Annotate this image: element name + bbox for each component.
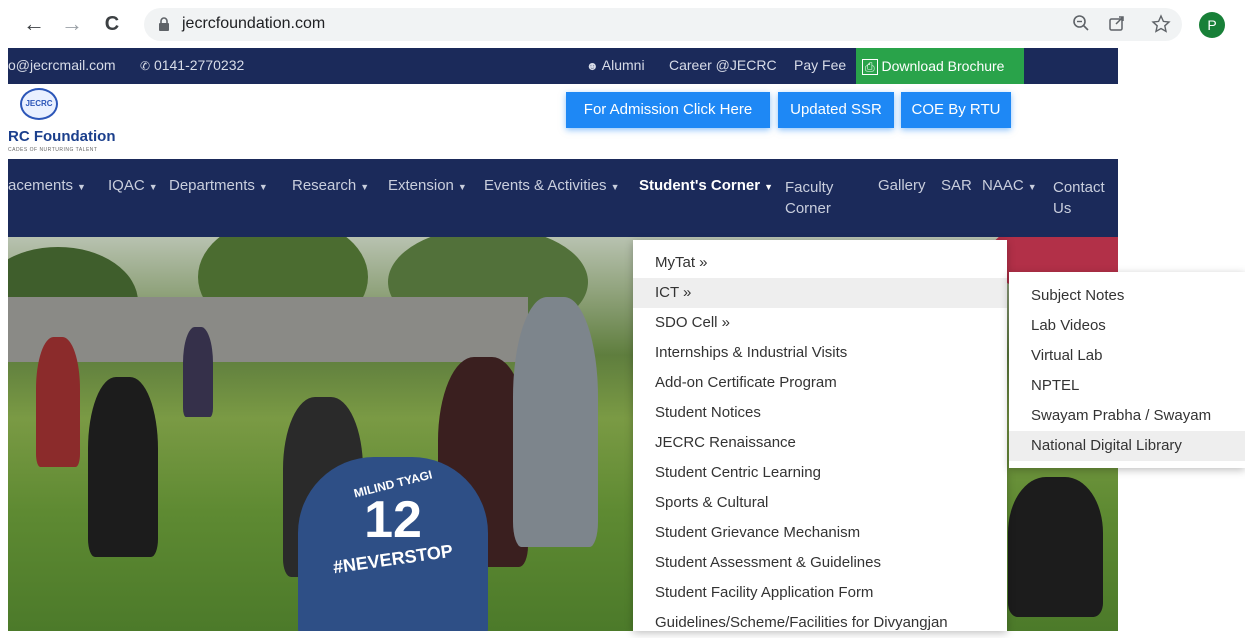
player-figure	[513, 297, 598, 547]
menu-item-facility-application[interactable]: Student Facility Application Form	[633, 578, 1007, 608]
player-jersey: MILIND TYAGI 12 #NEVERSTOP	[298, 457, 488, 631]
main-navigation: acements ▼ IQAC ▼ Departments ▼ Research ▼ E…	[8, 159, 1118, 237]
submenu-item-subject-notes[interactable]: Subject Notes	[1009, 281, 1245, 311]
menu-item-student-notices[interactable]: Student Notices	[633, 398, 1007, 428]
submenu-item-nptel[interactable]: NPTEL	[1009, 371, 1245, 401]
nav-label: acements	[8, 177, 74, 194]
url-text: jecrcfoundation.com	[182, 15, 326, 32]
menu-item-sdo-cell[interactable]: SDO Cell »	[633, 308, 1007, 338]
site-header: JECRC RC Foundation CADES OF NURTURING T…	[8, 84, 1118, 159]
caret-down-icon: ▼	[610, 182, 620, 192]
nav-label: IQAC	[108, 177, 145, 194]
phone-icon: ✆	[140, 59, 151, 73]
player-figure	[183, 327, 213, 417]
nav-label: NAAC	[982, 177, 1024, 194]
download-brochure-button[interactable]: ⎙ Download Brochure	[856, 48, 1024, 84]
caret-down-icon: ▼	[360, 182, 370, 192]
reload-icon[interactable]: C	[98, 10, 126, 38]
caret-down-icon: ▼	[457, 182, 467, 192]
boundary-wall	[8, 297, 528, 362]
nav-item-events-activities[interactable]: Events & Activities ▼	[484, 177, 619, 194]
nav-item-contact-us[interactable]: Contact Us	[1053, 177, 1105, 219]
nav-item-departments[interactable]: Departments ▼	[169, 177, 268, 194]
nav-label-line1: Faculty	[785, 179, 834, 196]
player-figure	[36, 337, 80, 467]
player-figure	[88, 377, 158, 557]
menu-item-assessment-guidelines[interactable]: Student Assessment & Guidelines	[633, 548, 1007, 578]
updated-ssr-button[interactable]: Updated SSR	[778, 92, 894, 128]
nav-item-gallery[interactable]: Gallery	[878, 177, 926, 194]
pay-fee-link[interactable]: Pay Fee	[794, 57, 846, 73]
career-link[interactable]: Career @JECRC	[669, 57, 777, 73]
submenu-item-virtual-lab[interactable]: Virtual Lab	[1009, 341, 1245, 371]
bookmark-star-icon[interactable]	[1150, 14, 1172, 36]
email-link[interactable]: o@jecrcmail.com	[8, 57, 116, 73]
nav-label-line2: Corner	[785, 200, 831, 217]
profile-avatar[interactable]: P	[1199, 12, 1225, 38]
ict-submenu: Subject Notes Lab Videos Virtual Lab NPT…	[1009, 272, 1245, 468]
pdf-icon: ⎙	[862, 59, 878, 75]
menu-item-jecrc-renaissance[interactable]: JECRC Renaissance	[633, 428, 1007, 458]
nav-item-placements[interactable]: acements ▼	[8, 177, 86, 194]
menu-item-add-on-certificate[interactable]: Add-on Certificate Program	[633, 368, 1007, 398]
nav-item-extension[interactable]: Extension ▼	[388, 177, 467, 194]
back-icon[interactable]: ←	[20, 10, 48, 38]
menu-item-sports-cultural[interactable]: Sports & Cultural	[633, 488, 1007, 518]
menu-item-mytat[interactable]: MyTat »	[633, 248, 1007, 278]
share-icon[interactable]	[1106, 14, 1128, 36]
menu-item-grievance-mechanism[interactable]: Student Grievance Mechanism	[633, 518, 1007, 548]
students-corner-dropdown: MyTat » ICT » SDO Cell » Internships & I…	[633, 240, 1007, 631]
menu-item-internships[interactable]: Internships & Industrial Visits	[633, 338, 1007, 368]
users-icon: ☻	[586, 59, 599, 73]
logo-name[interactable]: RC Foundation	[8, 128, 115, 145]
coe-rtu-button[interactable]: COE By RTU	[901, 92, 1011, 128]
nav-item-students-corner[interactable]: Student's Corner ▼	[639, 177, 773, 194]
menu-item-student-centric-learning[interactable]: Student Centric Learning	[633, 458, 1007, 488]
caret-down-icon: ▼	[1027, 182, 1037, 192]
caret-down-icon: ▼	[764, 182, 773, 192]
lock-icon	[159, 17, 169, 31]
menu-item-ict[interactable]: ICT »	[633, 278, 1007, 308]
nav-label: Departments	[169, 177, 255, 194]
nav-item-research[interactable]: Research ▼	[292, 177, 369, 194]
alumni-link[interactable]: ☻ Alumni	[586, 57, 645, 73]
browser-toolbar: ← → C jecrcfoundation.com P	[0, 0, 1245, 48]
caret-down-icon: ▼	[77, 182, 86, 192]
brochure-label: Download Brochure	[881, 58, 1005, 74]
nav-item-naac[interactable]: NAAC ▼	[982, 177, 1037, 194]
nav-item-iqac[interactable]: IQAC ▼	[108, 177, 158, 194]
caret-down-icon: ▼	[258, 182, 268, 192]
nav-item-faculty-corner[interactable]: Faculty Corner	[785, 177, 833, 219]
nav-label-line2: Us	[1053, 200, 1072, 217]
caret-down-icon: ▼	[148, 182, 158, 192]
address-bar[interactable]: jecrcfoundation.com	[144, 8, 1182, 41]
player-figure	[1008, 477, 1103, 617]
submenu-item-swayam[interactable]: Swayam Prabha / Swayam	[1009, 401, 1245, 431]
top-info-bar: o@jecrcmail.com ✆ 0141-2770232 ☻ Alumni …	[8, 48, 1118, 84]
phone-number: 0141-2770232	[153, 57, 245, 73]
nav-item-sar[interactable]: SAR	[941, 177, 972, 194]
nav-label: Events & Activities	[484, 177, 607, 194]
nav-label: Student's Corner	[639, 177, 761, 194]
nav-label: Research	[292, 177, 357, 194]
submenu-item-national-digital-library[interactable]: National Digital Library	[1009, 431, 1245, 461]
nav-label: Extension	[388, 177, 454, 194]
logo-icon[interactable]: JECRC	[20, 88, 58, 120]
submenu-item-lab-videos[interactable]: Lab Videos	[1009, 311, 1245, 341]
logo-tagline: CADES OF NURTURING TALENT	[8, 147, 98, 153]
phone-link[interactable]: ✆ 0141-2770232	[140, 57, 244, 73]
menu-item-divyangjan[interactable]: Guidelines/Scheme/Facilities for Divyang…	[633, 608, 1007, 638]
alumni-label: Alumni	[601, 57, 645, 73]
nav-label-line1: Contact	[1053, 179, 1105, 196]
zoom-icon[interactable]	[1070, 14, 1092, 36]
forward-icon[interactable]: →	[58, 10, 86, 38]
admission-button[interactable]: For Admission Click Here	[566, 92, 770, 128]
